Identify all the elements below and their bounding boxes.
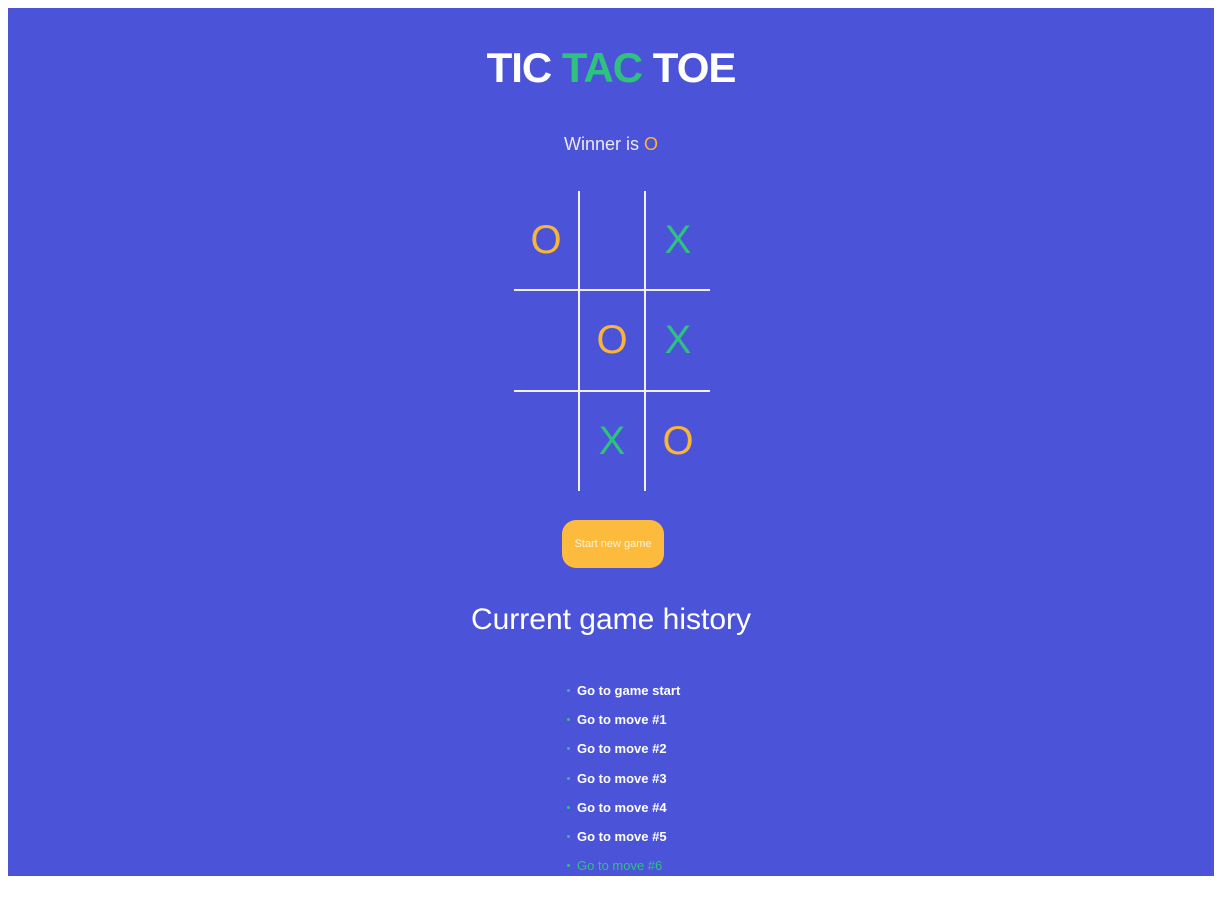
history-item-label: Go to move #4 <box>577 799 667 815</box>
move-history-list: Go to game start Go to move #1 Go to mov… <box>567 680 680 884</box>
board-cell-9[interactable]: O <box>646 392 710 490</box>
game-screen: TIC TAC TOE Winner is O O X O X X O Star… <box>8 8 1214 876</box>
board-cell-8[interactable]: X <box>580 392 644 490</box>
title-word-tic: TIC <box>486 44 553 91</box>
board-cell-1[interactable]: O <box>514 191 578 289</box>
history-item-game-start[interactable]: Go to game start <box>567 680 680 709</box>
start-new-game-button[interactable]: Start new game <box>562 520 664 568</box>
history-item-move-2[interactable]: Go to move #2 <box>567 738 680 767</box>
board-cell-5[interactable]: O <box>580 291 644 389</box>
board-cell-2[interactable] <box>580 191 644 289</box>
bullet-icon <box>567 776 570 780</box>
board-cell-3[interactable]: X <box>646 191 710 289</box>
board-cell-7[interactable] <box>514 392 578 490</box>
bullet-icon <box>567 805 570 809</box>
history-item-label: Go to game start <box>577 683 681 698</box>
history-item-move-3[interactable]: Go to move #3 <box>567 768 680 797</box>
history-item-label: Go to move #2 <box>577 741 667 757</box>
history-item-label: Go to move #5 <box>577 828 667 844</box>
history-item-move-6[interactable]: Go to move #6 <box>567 855 680 884</box>
bullet-icon <box>567 747 570 751</box>
title-word-toe: TOE <box>652 44 737 91</box>
history-item-move-1[interactable]: Go to move #1 <box>567 709 680 738</box>
history-title: Current game history <box>470 603 752 636</box>
history-item-move-5[interactable]: Go to move #5 <box>567 826 680 855</box>
bullet-icon <box>567 864 570 868</box>
bullet-icon <box>567 834 570 838</box>
bullet-icon <box>567 718 570 722</box>
history-item-move-4[interactable]: Go to move #4 <box>567 797 680 826</box>
history-item-label: Go to move #3 <box>577 770 667 786</box>
bullet-icon <box>567 689 570 692</box>
board-cell-6[interactable]: X <box>646 291 710 389</box>
game-board: O X O X X O <box>514 191 710 491</box>
history-item-label: Go to move #6 <box>577 858 663 874</box>
game-title: TIC TAC TOE <box>8 44 1214 92</box>
title-word-tac: TAC <box>561 44 643 91</box>
winner-mark: O <box>644 134 659 154</box>
board-cell-4[interactable] <box>514 291 578 389</box>
history-item-label: Go to move #1 <box>577 712 667 728</box>
game-status: Winner is O <box>8 133 1214 155</box>
status-prefix: Winner is <box>563 134 639 154</box>
